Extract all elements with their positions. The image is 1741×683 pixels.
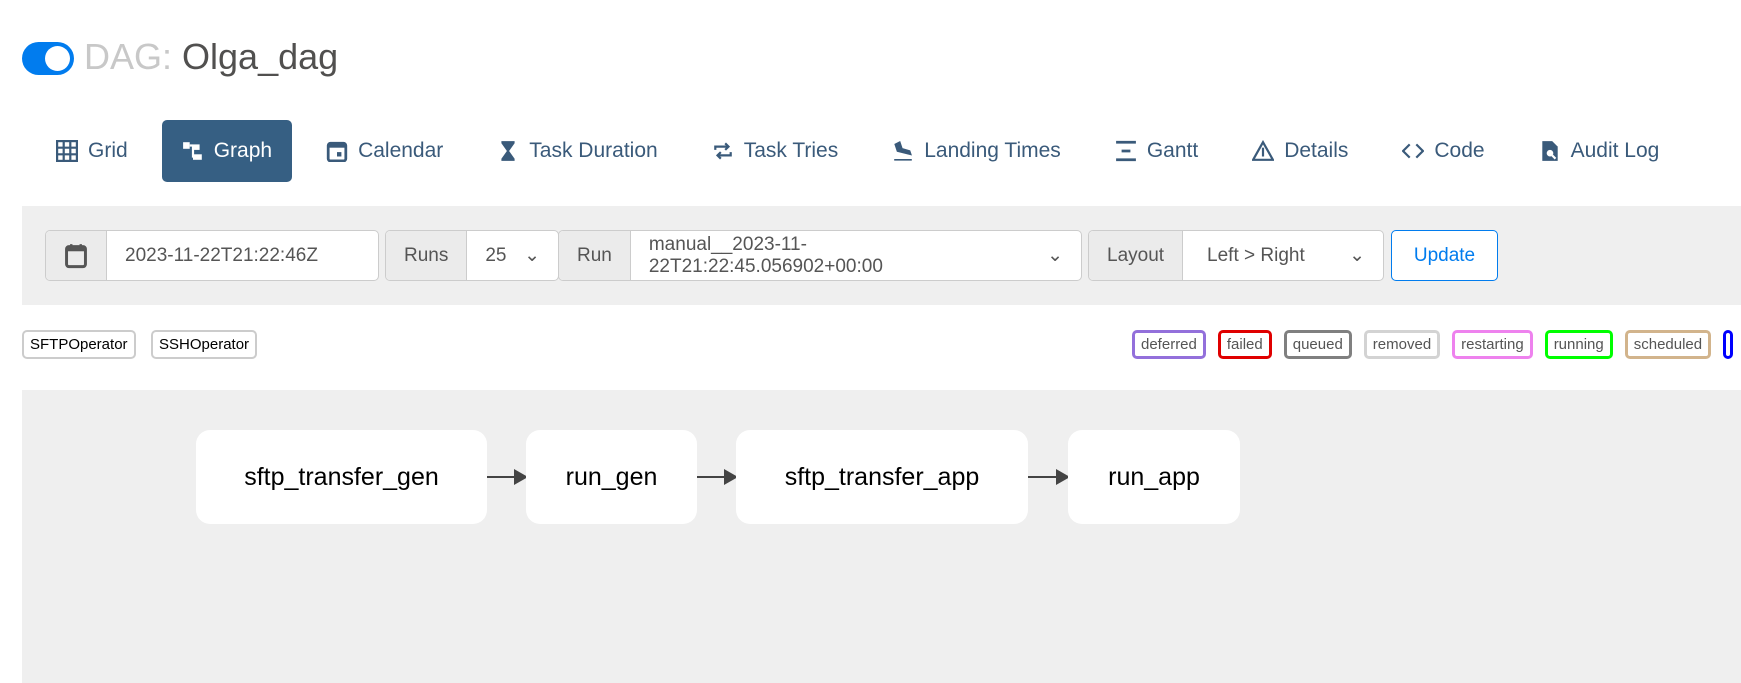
edge-arrow xyxy=(1028,469,1070,485)
state-more[interactable] xyxy=(1723,330,1734,359)
hourglass-icon xyxy=(501,141,515,161)
state-scheduled[interactable]: scheduled xyxy=(1624,330,1712,359)
tab-landing-times[interactable]: Landing Times xyxy=(872,120,1081,182)
dag-graph: sftp_transfer_gen run_gen sftp_transfer_… xyxy=(22,390,1741,683)
base-date-group: 2023-11-22T21:22:46Z xyxy=(45,230,379,281)
tab-audit-log[interactable]: Audit Log xyxy=(1519,120,1680,182)
task-node[interactable]: run_gen xyxy=(526,430,697,524)
run-select[interactable]: manual__2023-11-22T21:22:45.056902+00:00… xyxy=(631,231,1081,280)
run-label: Run xyxy=(559,231,631,280)
operator-legend-sftp[interactable]: SFTPOperator xyxy=(22,330,136,359)
warning-triangle-icon xyxy=(1252,140,1275,161)
base-date-input[interactable]: 2023-11-22T21:22:46Z xyxy=(107,231,336,280)
chevron-down-icon: ⌄ xyxy=(1047,245,1063,266)
runs-label: Runs xyxy=(386,231,468,280)
chevron-down-icon: ⌄ xyxy=(1349,245,1365,266)
grid-icon xyxy=(56,140,78,162)
runs-group: Runs 25 ⌄ xyxy=(385,230,559,281)
edge-arrow xyxy=(697,469,738,485)
calendar-icon[interactable] xyxy=(46,231,107,280)
edge-arrow xyxy=(487,469,528,485)
runs-select[interactable]: 25 ⌄ xyxy=(467,231,558,280)
task-node[interactable]: sftp_transfer_gen xyxy=(196,430,487,524)
state-restarting[interactable]: restarting xyxy=(1452,330,1533,359)
tab-task-tries[interactable]: Task Tries xyxy=(692,120,859,182)
run-group: Run manual__2023-11-22T21:22:45.056902+0… xyxy=(558,230,1082,281)
code-icon xyxy=(1402,143,1425,159)
dag-id: Olga_dag xyxy=(182,36,339,77)
chevron-down-icon: ⌄ xyxy=(524,245,540,266)
state-failed[interactable]: failed xyxy=(1217,330,1272,359)
layout-label: Layout xyxy=(1089,231,1184,280)
plane-landing-icon xyxy=(894,141,913,161)
tab-code[interactable]: Code xyxy=(1382,120,1504,182)
layout-select[interactable]: Left > Right ⌄ xyxy=(1183,231,1383,280)
dag-pause-toggle[interactable] xyxy=(22,42,74,75)
view-tabs: Grid Graph Calendar Task Duration Task T… xyxy=(36,120,1693,182)
tab-graph[interactable]: Graph xyxy=(161,120,293,182)
graph-controls: 2023-11-22T21:22:46Z Runs 25 ⌄ Run manual… xyxy=(22,206,1741,305)
layout-group: Layout Left > Right ⌄ xyxy=(1088,230,1384,281)
state-removed[interactable]: removed xyxy=(1363,330,1441,359)
task-node[interactable]: sftp_transfer_app xyxy=(736,430,1028,524)
repeat-icon xyxy=(713,142,732,160)
file-search-icon xyxy=(1541,141,1558,161)
tab-gantt[interactable]: Gantt xyxy=(1095,120,1218,182)
state-deferred[interactable]: deferred xyxy=(1132,330,1206,359)
page-title: DAG: Olga_dag xyxy=(84,36,339,77)
update-button[interactable]: Update xyxy=(1391,230,1498,281)
task-node[interactable]: run_app xyxy=(1068,430,1240,524)
graph-icon xyxy=(182,142,202,160)
tab-task-duration[interactable]: Task Duration xyxy=(477,120,677,182)
tab-details[interactable]: Details xyxy=(1232,120,1368,182)
gantt-icon xyxy=(1115,140,1136,162)
state-running[interactable]: running xyxy=(1544,330,1613,359)
tab-grid[interactable]: Grid xyxy=(36,120,148,182)
tab-calendar[interactable]: Calendar xyxy=(306,120,463,182)
calendar-icon xyxy=(326,141,348,162)
operator-legend-ssh[interactable]: SSHOperator xyxy=(151,330,258,359)
state-legend: deferred failed queued removed restartin… xyxy=(1132,330,1734,359)
state-queued[interactable]: queued xyxy=(1283,330,1352,359)
